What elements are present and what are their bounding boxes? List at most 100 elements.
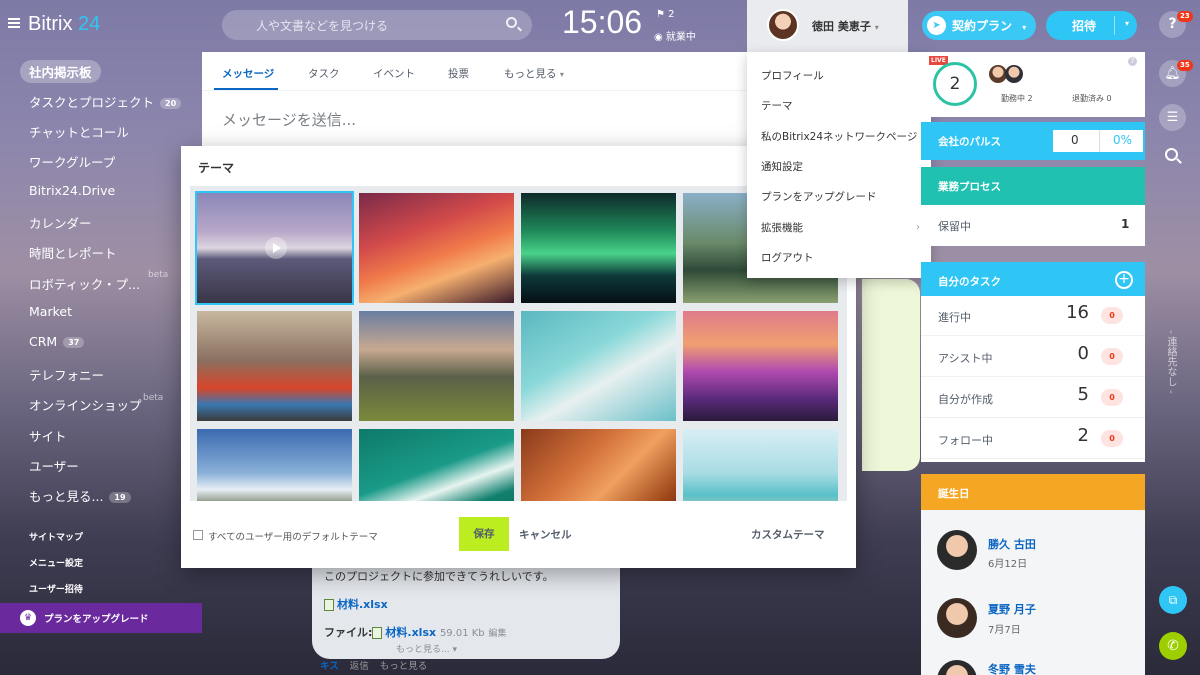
like-link[interactable]: キス — [320, 661, 339, 672]
tab-event[interactable]: イベント — [373, 66, 415, 81]
copy-icon[interactable]: ⧉ — [1159, 586, 1187, 614]
tab-more[interactable]: もっと見る ▾ — [504, 66, 564, 81]
clock[interactable]: 15:06 — [562, 4, 642, 41]
workflow-header[interactable]: 業務プロセス — [921, 167, 1145, 205]
sidebar-item-market[interactable]: Market — [29, 304, 72, 319]
theme-thumb[interactable] — [359, 193, 514, 303]
my-tasks-header[interactable]: 自分のタスク — [921, 262, 1145, 300]
theme-thumb[interactable] — [521, 311, 676, 421]
file-edit-link[interactable]: 編集 — [489, 629, 507, 639]
custom-theme-button[interactable]: カスタムテーマ — [751, 527, 825, 542]
sidebar-item-users[interactable]: ユーザー — [29, 456, 79, 475]
post-more-link[interactable]: もっと見る... ▾ — [396, 642, 554, 655]
post-attachment[interactable]: 材料.xlsx — [324, 596, 554, 612]
avatar[interactable] — [937, 660, 977, 675]
more-link[interactable]: もっと見る — [380, 661, 428, 672]
theme-thumb[interactable] — [359, 311, 514, 421]
flag-counter[interactable]: ⚑ 2 — [656, 9, 675, 20]
help-icon[interactable]: ? — [1128, 57, 1137, 66]
default-theme-checkbox[interactable] — [193, 530, 203, 540]
avatar[interactable] — [937, 598, 977, 638]
tab-message[interactable]: メッセージ — [222, 66, 274, 81]
sidebar-item-online-shop[interactable]: オンラインショップ — [29, 395, 142, 414]
menu-settings-link[interactable]: メニュー設定 — [29, 556, 83, 569]
menu-item-upgrade-plan[interactable]: プランをアップグレード — [761, 189, 877, 204]
theme-thumb[interactable] — [683, 429, 838, 501]
menu-item-notification-settings[interactable]: 通知設定 — [761, 159, 803, 174]
sidebar-item-calendar[interactable]: カレンダー — [29, 213, 92, 232]
theme-thumb[interactable] — [197, 429, 352, 501]
menu-item-network-page[interactable]: 私のBitrix24ネットワークページ — [761, 129, 917, 144]
avatar — [1005, 65, 1023, 83]
sidebar-item-crm[interactable]: CRM 37 — [29, 334, 85, 349]
invite-users-link[interactable]: ユーザー招待 — [29, 582, 83, 595]
theme-thumb[interactable] — [197, 311, 352, 421]
default-theme-label[interactable]: すべてのユーザー用のデフォルトテーマ — [208, 529, 378, 543]
sidebar-item-telephony[interactable]: テレフォニー — [29, 365, 104, 384]
sidebar-item-time-reports[interactable]: 時間とレポート — [29, 243, 117, 262]
menu-item-profile[interactable]: プロフィール — [761, 68, 824, 83]
user-name-wrap[interactable]: 徳田 美恵子 ▾ — [812, 18, 879, 34]
sidebar-item-tasks[interactable]: タスクとプロジェクト 20 — [29, 92, 182, 111]
divider — [202, 90, 747, 91]
menu-icon[interactable] — [8, 18, 20, 28]
reply-link[interactable]: 返信 — [350, 661, 369, 672]
sidebar-item-chat[interactable]: チャットとコール — [29, 122, 129, 141]
theme-thumb[interactable] — [359, 429, 514, 501]
task-value: 16 — [1066, 302, 1089, 323]
pulse-label: 会社のパルス — [938, 136, 1001, 148]
search-input[interactable]: 人や文書などを見つける — [222, 10, 532, 40]
chat-icon[interactable]: ☰ — [1159, 104, 1186, 131]
menu-item-theme[interactable]: テーマ — [761, 98, 793, 113]
plus-icon[interactable]: + — [1115, 271, 1133, 289]
sidebar-item-drive[interactable]: Bitrix24.Drive — [29, 183, 115, 198]
file-size: 59.01 Kb — [439, 628, 485, 639]
menu-item-extensions[interactable]: 拡張機能 — [761, 220, 803, 235]
tab-poll[interactable]: 投票 — [448, 66, 469, 81]
tab-task[interactable]: タスク — [308, 66, 340, 81]
theme-thumb[interactable] — [683, 311, 838, 421]
sidebar-item-sites[interactable]: サイト — [29, 426, 67, 445]
sidebar-item-robotic[interactable]: ロボティック・プ... — [29, 274, 140, 293]
plan-button[interactable]: ➤ 契約プラン ▾ — [922, 11, 1036, 40]
flag-count: 2 — [668, 9, 675, 20]
theme-thumb[interactable] — [521, 429, 676, 501]
theme-thumb[interactable] — [521, 193, 676, 303]
tab-more-label: もっと見る — [504, 68, 557, 80]
work-status[interactable]: ◉ 就業中 — [654, 28, 696, 43]
logo[interactable]: Bitrix 24 — [28, 13, 100, 36]
task-row-following[interactable]: フォロー中 2 0 — [921, 419, 1145, 459]
sidebar-item-label: カレンダー — [29, 216, 92, 231]
search-icon[interactable] — [506, 17, 517, 28]
chevron-down-icon: ▾ — [559, 70, 564, 79]
timeman-card[interactable]: LIVE 2 勤務中 2 退勤済み 0 ? — [921, 52, 1145, 117]
birthday-name[interactable]: 夏野 月子 — [988, 601, 1036, 617]
message-input[interactable]: メッセージを送信... — [222, 109, 356, 130]
sidebar-item-more[interactable]: もっと見る... 19 — [29, 486, 131, 505]
left-work: 退勤済み 0 — [1072, 93, 1112, 104]
task-row-created[interactable]: 自分が作成 5 0 — [921, 378, 1145, 418]
birthday-name[interactable]: 勝久 古田 — [988, 536, 1036, 552]
invite-button[interactable]: 招待 ▾ — [1046, 11, 1137, 40]
birthday-name[interactable]: 冬野 雪夫 — [988, 661, 1036, 675]
at-work-label: 勤務中 — [1001, 94, 1025, 103]
theme-thumb[interactable] — [195, 191, 354, 305]
sitemap-link[interactable]: サイトマップ — [29, 530, 83, 543]
pulse-value: 0 — [1071, 133, 1079, 147]
sidebar-item-live-feed[interactable]: 社内掲示板 — [20, 60, 101, 83]
chevron-down-icon[interactable]: ▾ — [1125, 19, 1129, 28]
counter-badge: 20 — [160, 98, 182, 109]
cancel-button[interactable]: キャンセル — [519, 527, 572, 542]
post-text: このプロジェクトに参加できてうれしいです。 — [324, 570, 554, 583]
phone-icon[interactable]: ✆ — [1159, 632, 1187, 660]
file-link[interactable]: 材料.xlsx — [385, 626, 436, 639]
task-row-in-progress[interactable]: 進行中 16 0 — [921, 296, 1145, 336]
save-button[interactable]: 保存 — [459, 517, 509, 551]
attachment-link[interactable]: 材料.xlsx — [337, 598, 388, 611]
workflow-card[interactable]: 保留中 1 — [921, 205, 1145, 246]
sidebar-item-workgroups[interactable]: ワークグループ — [29, 152, 115, 171]
avatar[interactable] — [937, 530, 977, 570]
menu-item-logout[interactable]: ログアウト — [761, 250, 814, 265]
birthday-date: 6月12日 — [988, 559, 1028, 570]
task-row-assisting[interactable]: アシスト中 0 0 — [921, 337, 1145, 377]
